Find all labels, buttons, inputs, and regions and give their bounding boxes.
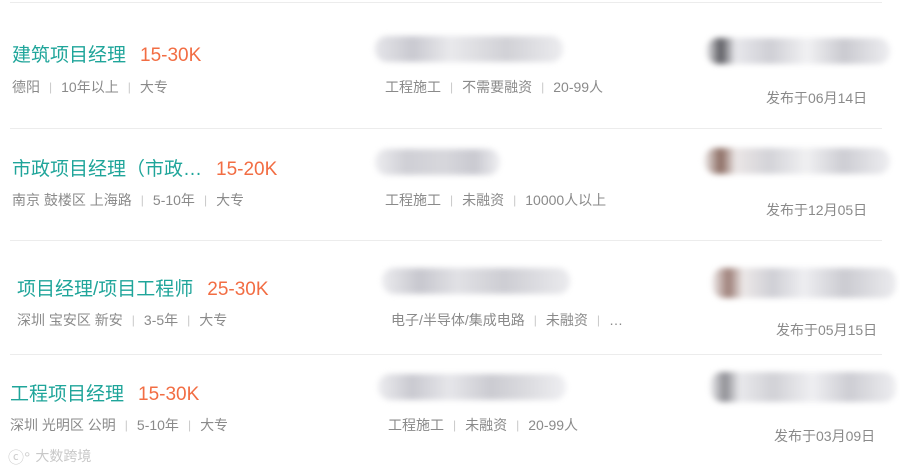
job-requirements: 深圳 宝安区 新安 | 3-5年 | 大专 xyxy=(17,312,228,328)
experience: 3-5年 xyxy=(143,312,179,328)
location: 深圳 宝安区 新安 xyxy=(17,312,123,328)
recruiter-avatar-blurred xyxy=(704,148,890,174)
company-size: 10000人以上 xyxy=(525,192,607,208)
row-divider xyxy=(10,240,882,241)
recruiter-avatar-blurred xyxy=(712,268,896,298)
location: 南京 鼓楼区 上海路 xyxy=(12,192,132,208)
experience: 5-10年 xyxy=(136,417,179,433)
experience: 5-10年 xyxy=(152,192,195,208)
financing: 未融资 xyxy=(545,312,588,328)
industry: 电子/半导体/集成电路 xyxy=(391,312,525,328)
company-size: 20-99人 xyxy=(528,417,579,433)
education: 大专 xyxy=(199,312,228,328)
financing: 未融资 xyxy=(462,192,505,208)
education: 大专 xyxy=(216,192,245,208)
salary: 15-30K xyxy=(138,384,200,405)
publish-date: 发布于12月05日 xyxy=(766,202,868,218)
job-title[interactable]: 工程项目经理 xyxy=(10,379,124,406)
company-name-blurred[interactable] xyxy=(375,149,500,175)
watermark: ⓒ° 大数跨境 xyxy=(8,444,91,468)
job-title[interactable]: 项目经理/项目工程师 xyxy=(17,274,193,301)
industry: 工程施工 xyxy=(388,417,444,433)
financing: 未融资 xyxy=(465,417,508,433)
industry: 工程施工 xyxy=(385,192,441,208)
publish-date: 发布于05月15日 xyxy=(776,322,878,338)
salary: 15-20K xyxy=(216,159,278,180)
row-divider xyxy=(10,354,882,355)
row-divider xyxy=(10,128,882,129)
recruiter-avatar-blurred xyxy=(710,372,896,402)
company-name-blurred[interactable] xyxy=(378,374,566,400)
publish-date: 发布于03月09日 xyxy=(774,428,876,444)
company-name-blurred[interactable] xyxy=(382,268,570,294)
job-requirements: 深圳 光明区 公明 | 5-10年 | 大专 xyxy=(10,417,229,433)
education: 大专 xyxy=(200,417,229,433)
company-info: 工程施工 | 未融资 | 20-99人 xyxy=(388,417,579,433)
brand-logo-icon: ⓒ° xyxy=(8,450,31,467)
job-card[interactable]: 工程项目经理 15-30K 深圳 光明区 公明 | 5-10年 | 大专 工程施工 |… xyxy=(0,0,900,444)
watermark-text: 大数跨境 xyxy=(35,448,92,464)
salary: 25-30K xyxy=(207,279,269,300)
company-info: 电子/半导体/集成电路 | 未融资 | … xyxy=(391,312,624,328)
company-info: 工程施工 | 未融资 | 10000人以上 xyxy=(385,192,607,208)
job-requirements: 南京 鼓楼区 上海路 | 5-10年 | 大专 xyxy=(12,192,245,208)
job-title[interactable]: 市政项目经理（市政… xyxy=(12,154,202,181)
company-size: … xyxy=(609,312,624,328)
location: 深圳 光明区 公明 xyxy=(10,417,116,433)
